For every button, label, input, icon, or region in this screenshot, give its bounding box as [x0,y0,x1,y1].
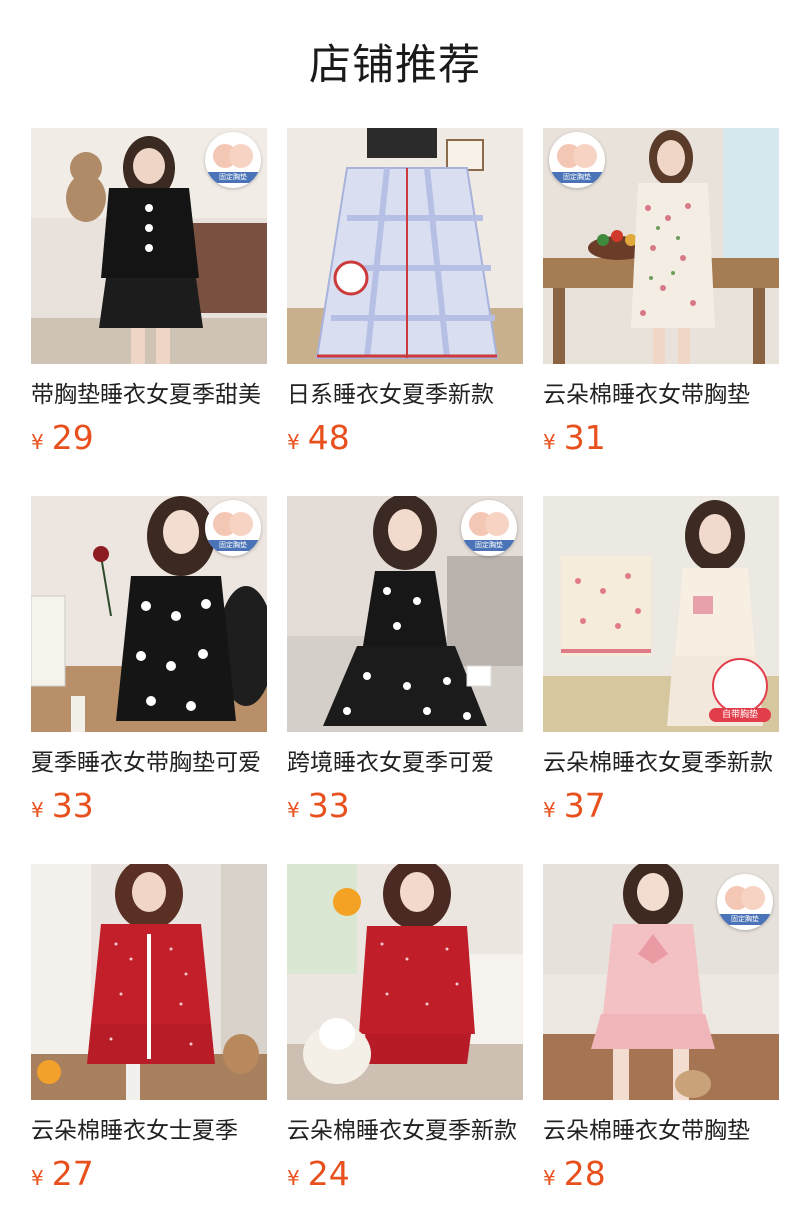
currency-symbol: ¥ [287,430,300,454]
product-card[interactable]: 固定胸垫 带胸垫睡衣女夏季甜美 ¥29 [31,128,267,496]
chest-pad-badge: 固定胸垫 [461,500,517,556]
product-image[interactable]: 固定胸垫 [287,496,523,732]
chest-pad-icon [213,512,253,536]
price-value: 27 [51,1154,94,1193]
product-image[interactable]: 自带胸垫 [543,496,779,732]
product-title[interactable]: 云朵棉睡衣女带胸垫 [543,1114,779,1148]
price-value: 24 [307,1154,350,1193]
product-title[interactable]: 夏季睡衣女带胸垫可爱 [31,746,267,780]
price-value: 28 [563,1154,606,1193]
chest-pad-icon [213,144,253,168]
product-photo [31,864,267,1100]
product-card[interactable]: 日系睡衣女夏季新款 ¥48 [287,128,523,496]
chest-pad-badge-text: 固定胸垫 [205,172,261,183]
chest-pad-badge-text: 固定胸垫 [549,172,605,183]
chest-pad-icon [712,658,768,714]
product-title[interactable]: 日系睡衣女夏季新款 [287,378,523,412]
product-card[interactable]: 固定胸垫 跨境睡衣女夏季可爱 ¥33 [287,496,523,864]
product-title[interactable]: 云朵棉睡衣女士夏季 [31,1114,267,1148]
section-title: 店铺推荐 [308,40,481,89]
product-card[interactable]: 固定胸垫 夏季睡衣女带胸垫可爱 ¥33 [31,496,267,864]
chest-pad-badge: 固定胸垫 [717,874,773,930]
product-price: ¥37 [543,786,779,826]
chest-pad-icon [725,886,765,910]
chest-pad-badge-text: 固定胸垫 [205,540,261,551]
product-price: ¥33 [287,786,523,826]
product-title[interactable]: 云朵棉睡衣女带胸垫 [543,378,779,412]
price-value: 48 [307,418,350,457]
product-card[interactable]: 自带胸垫 云朵棉睡衣女夏季新款 ¥37 [543,496,779,864]
price-value: 37 [563,786,606,825]
price-value: 29 [51,418,94,457]
chest-pad-badge: 固定胸垫 [205,500,261,556]
product-image[interactable]: 固定胸垫 [31,128,267,364]
price-value: 33 [51,786,94,825]
product-price: ¥27 [31,1154,267,1194]
product-title[interactable]: 跨境睡衣女夏季可爱 [287,746,523,780]
product-photo [287,128,523,364]
product-image[interactable] [287,128,523,364]
product-price: ¥31 [543,418,779,458]
currency-symbol: ¥ [31,1166,44,1190]
product-price: ¥28 [543,1154,779,1194]
currency-symbol: ¥ [31,430,44,454]
product-price: ¥48 [287,418,523,458]
product-image[interactable]: 固定胸垫 [543,864,779,1100]
currency-symbol: ¥ [31,798,44,822]
self-chest-pad-badge: 自带胸垫 [709,658,771,722]
currency-symbol: ¥ [287,1166,300,1190]
product-image[interactable] [287,864,523,1100]
currency-symbol: ¥ [543,1166,556,1190]
product-card[interactable]: 云朵棉睡衣女夏季新款 ¥24 [287,864,523,1232]
chest-pad-badge: 固定胸垫 [549,132,605,188]
product-title[interactable]: 云朵棉睡衣女夏季新款 [287,1114,523,1148]
product-card[interactable]: 固定胸垫 云朵棉睡衣女带胸垫 ¥28 [543,864,779,1232]
currency-symbol: ¥ [543,798,556,822]
product-grid: 固定胸垫 带胸垫睡衣女夏季甜美 ¥29 日系睡衣女夏季新款 ¥ 48 固定胸垫 … [31,128,779,1232]
product-title[interactable]: 云朵棉睡衣女夏季新款 [543,746,779,780]
product-title[interactable]: 带胸垫睡衣女夏季甜美 [31,378,267,412]
chest-pad-badge-text: 固定胸垫 [717,914,773,925]
price-value: 31 [563,418,606,457]
product-image[interactable]: 固定胸垫 [543,128,779,364]
store-recommendations-page: 店铺推荐 固定胸垫 带胸垫睡衣女夏季甜美 ¥ 29 日系睡衣女夏季新款 ¥ 48… [0,0,790,1232]
self-chest-pad-text: 自带胸垫 [709,708,771,722]
product-card[interactable]: 固定胸垫 云朵棉睡衣女带胸垫 ¥31 [543,128,779,496]
currency-symbol: ¥ [543,430,556,454]
currency-symbol: ¥ [287,798,300,822]
product-image[interactable]: 固定胸垫 [31,496,267,732]
chest-pad-badge-text: 固定胸垫 [461,540,517,551]
product-card[interactable]: 云朵棉睡衣女士夏季 ¥27 [31,864,267,1232]
product-image[interactable] [31,864,267,1100]
chest-pad-icon [557,144,597,168]
price-value: 33 [307,786,350,825]
product-price: ¥33 [31,786,267,826]
product-price: ¥29 [31,418,267,458]
product-price: ¥24 [287,1154,523,1194]
product-photo [287,864,523,1100]
chest-pad-badge: 固定胸垫 [205,132,261,188]
chest-pad-icon [469,512,509,536]
